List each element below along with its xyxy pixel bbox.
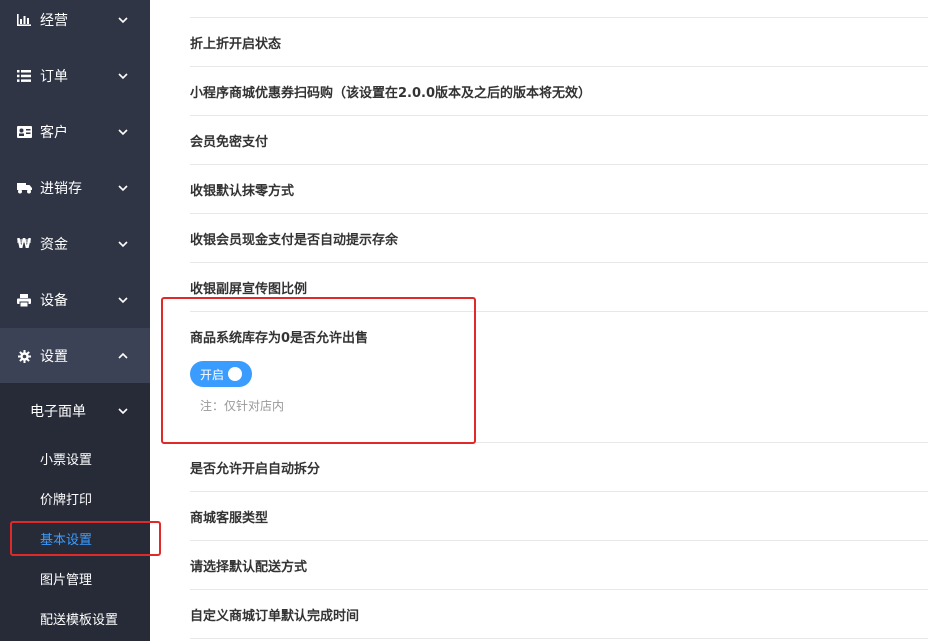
setting-cash-balance-prompt[interactable]: 收银会员现金支付是否自动提示存余 (190, 229, 398, 248)
id-card-icon (16, 124, 32, 140)
divider (190, 589, 928, 590)
divider (190, 164, 928, 165)
nav-item-label: 设置 (40, 349, 68, 365)
truck-icon (16, 180, 32, 196)
nav-item-label: 进销存 (40, 181, 82, 197)
chevron-down-icon (118, 297, 128, 304)
chevron-down-icon (118, 185, 128, 192)
divider (190, 17, 928, 18)
sidebar-item-label: 配送模板设置 (40, 612, 119, 628)
nav-item-label: 资金 (40, 237, 68, 253)
won-sign-icon: ₩ (16, 236, 32, 252)
nav-item-label: 设备 (40, 293, 68, 309)
setting-auto-split[interactable]: 是否允许开启自动拆分 (190, 458, 320, 477)
chevron-up-icon (118, 352, 128, 359)
chevron-down-icon (118, 408, 128, 415)
setting-customer-service-type[interactable]: 商城客服类型 (190, 507, 268, 526)
chevron-down-icon (118, 129, 128, 136)
divider (190, 638, 928, 639)
sidebar-item-label: 图片管理 (40, 572, 93, 588)
sidebar-item-price-tag-print[interactable]: 价牌打印 (0, 478, 150, 518)
sidebar: 经营 订单 客户 进销存 ₩ 资金 设备 设置 电子面单 小票设置 价牌打印 基… (0, 0, 161, 641)
nav-item-settings[interactable]: 设置 (0, 328, 150, 384)
divider (190, 540, 928, 541)
chevron-down-icon (118, 241, 128, 248)
divider (190, 491, 928, 492)
divider (190, 115, 928, 116)
setting-discount-stack[interactable]: 折上折开启状态 (190, 33, 281, 52)
nav-item-inventory[interactable]: 进销存 (0, 160, 150, 216)
nav-item-customers[interactable]: 客户 (0, 104, 150, 160)
printer-icon (16, 292, 32, 308)
nav-item-orders[interactable]: 订单 (0, 48, 150, 104)
nav-item-label: 订单 (40, 69, 68, 85)
nav-item-devices[interactable]: 设备 (0, 272, 150, 328)
chevron-down-icon (118, 73, 128, 80)
settings-panel: 折上折开启状态 小程序商城优惠券扫码购（该设置在2.0.0版本及之后的版本将无效… (161, 0, 928, 641)
setting-secondary-screen-ratio[interactable]: 收银副屏宣传图比例 (190, 278, 307, 297)
nav-item-label: 经营 (40, 13, 68, 29)
sidebar-item-receipt-settings[interactable]: 小票设置 (0, 438, 150, 478)
sidebar-group-label: 电子面单 (30, 404, 86, 420)
annotation-highlight-box (10, 521, 161, 556)
sidebar-group-waybill[interactable]: 电子面单 (0, 389, 150, 433)
divider (190, 66, 928, 67)
setting-default-delivery[interactable]: 请选择默认配送方式 (190, 556, 307, 575)
setting-order-complete-time[interactable]: 自定义商城订单默认完成时间 (190, 605, 359, 624)
nav-item-business[interactable]: 经营 (0, 0, 150, 48)
setting-member-password-free-pay[interactable]: 会员免密支付 (190, 131, 268, 150)
gear-icon (16, 348, 32, 364)
setting-rounding-method[interactable]: 收银默认抹零方式 (190, 180, 294, 199)
sidebar-item-label: 价牌打印 (40, 492, 93, 508)
divider (190, 213, 928, 214)
list-icon (16, 68, 32, 84)
sidebar-item-delivery-template[interactable]: 配送模板设置 (0, 598, 150, 638)
nav-item-funds[interactable]: ₩ 资金 (0, 216, 150, 272)
nav-item-label: 客户 (40, 125, 68, 141)
setting-coupon-scan-buy[interactable]: 小程序商城优惠券扫码购（该设置在2.0.0版本及之后的版本将无效） (190, 82, 591, 101)
bar-chart-icon (16, 12, 32, 28)
sidebar-item-image-management[interactable]: 图片管理 (0, 558, 150, 598)
chevron-down-icon (118, 17, 128, 24)
annotation-highlight-box (161, 297, 476, 444)
sidebar-item-label: 小票设置 (40, 452, 93, 468)
divider (190, 262, 928, 263)
